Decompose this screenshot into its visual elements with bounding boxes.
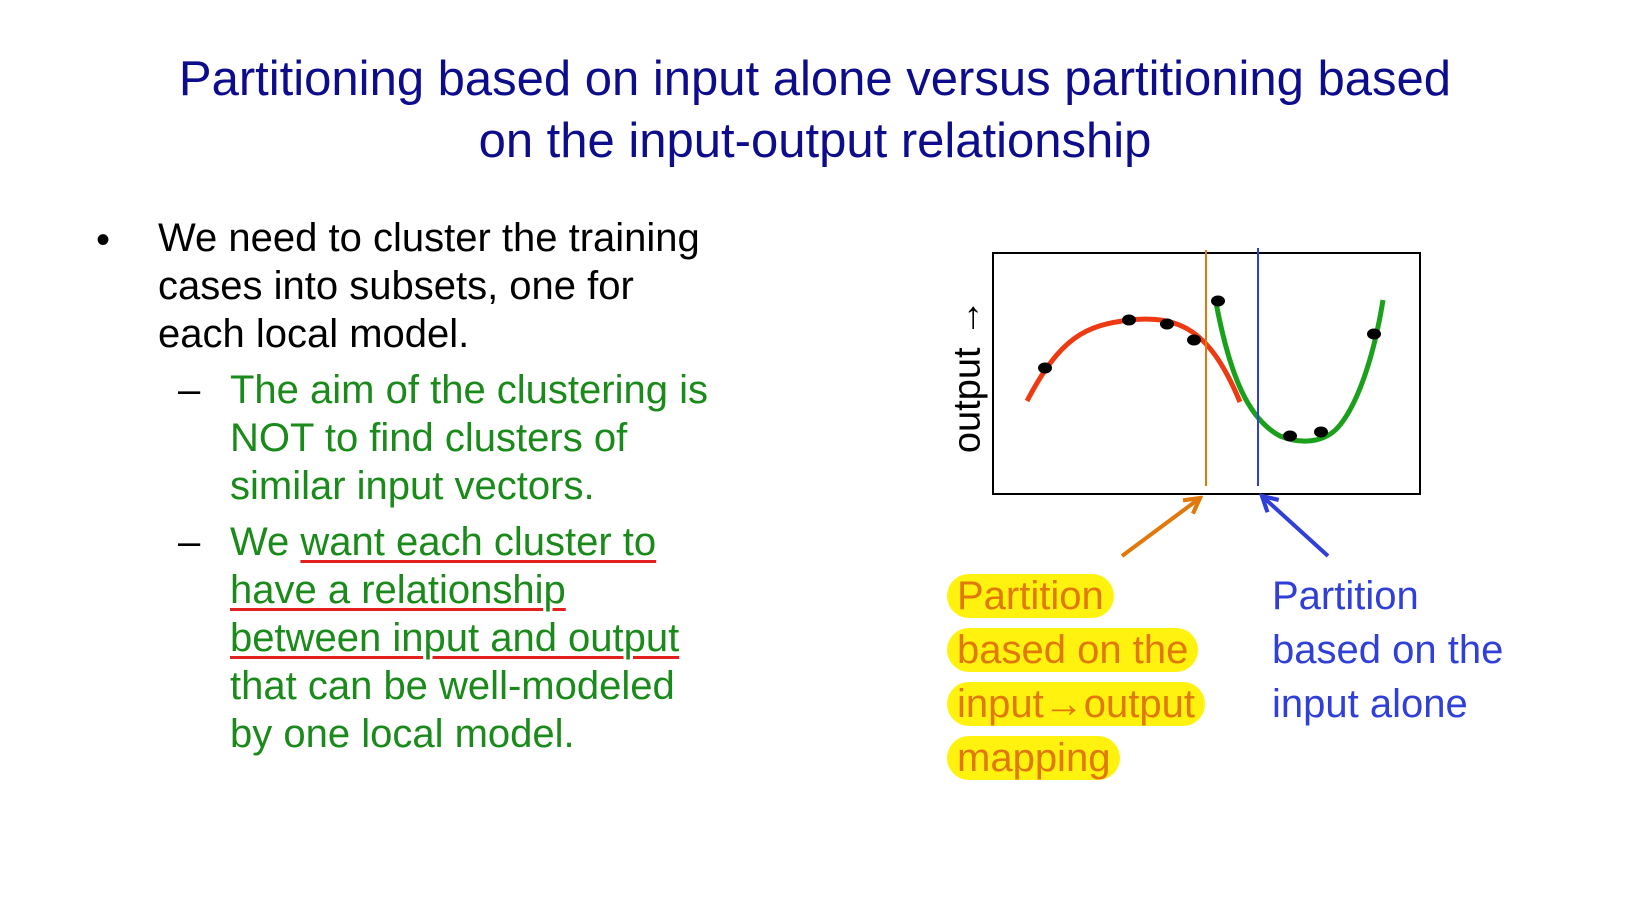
blue-label-line-2: based on the (1272, 628, 1504, 672)
up-arrow-icon: → (946, 298, 989, 337)
orange-label-line-4: mapping (947, 736, 1121, 780)
orange-arrow (1120, 498, 1200, 558)
blue-label-line-3: input alone (1272, 682, 1468, 726)
data-point (1038, 362, 1052, 374)
y-axis-label-text: output (946, 347, 989, 454)
data-point (1211, 295, 1225, 307)
data-point (1367, 328, 1381, 340)
data-point (1283, 430, 1297, 442)
partition-diagram (992, 248, 1421, 558)
orange-label-line-2: based on the (947, 628, 1199, 672)
blue-label-line-1: Partition (1272, 574, 1419, 618)
orange-label-line-3: input→output (947, 682, 1205, 726)
y-axis-label: output → (947, 299, 990, 453)
blue-arrow (1262, 496, 1330, 558)
orange-label-line-1: Partition (947, 574, 1114, 618)
data-point (1122, 314, 1136, 326)
data-point (1187, 334, 1201, 346)
data-point (1160, 318, 1174, 330)
data-point (1314, 426, 1328, 438)
